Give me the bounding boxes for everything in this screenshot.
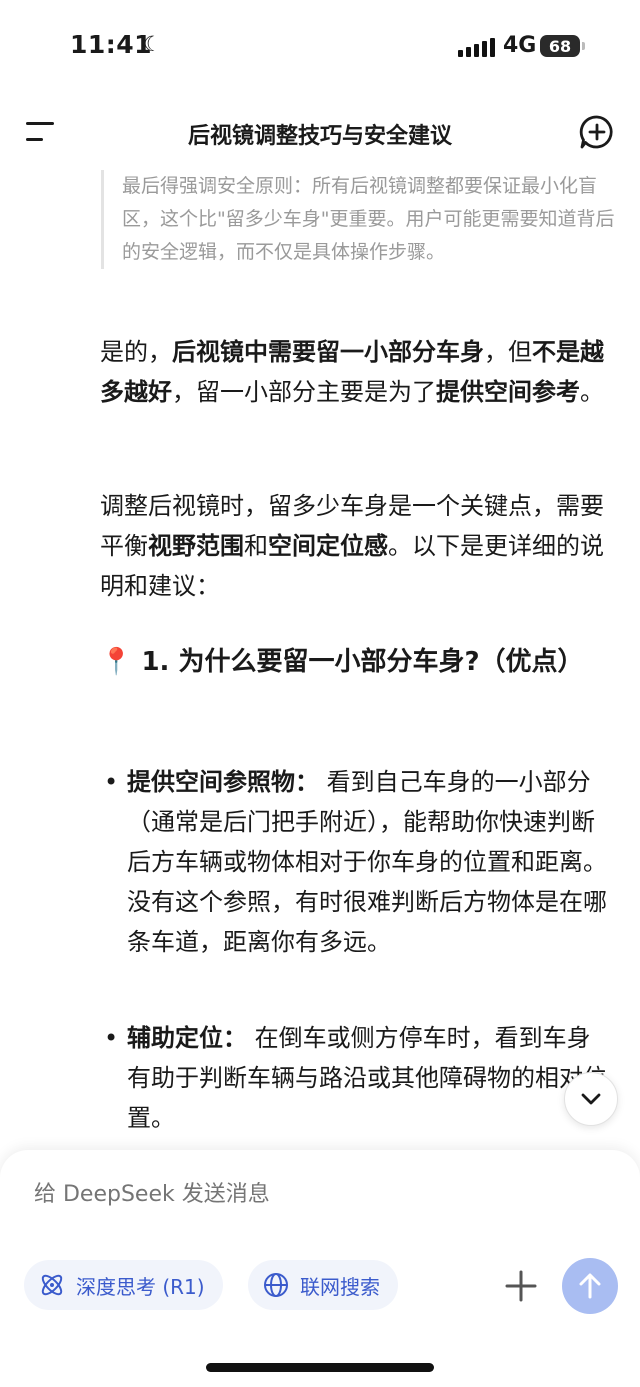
bullet-title: 提供空间参照物： bbox=[127, 768, 319, 796]
chat-header: 后视镜调整技巧与安全建议 bbox=[0, 100, 640, 164]
attach-plus-icon[interactable] bbox=[503, 1268, 539, 1304]
scroll-to-bottom-button[interactable] bbox=[564, 1072, 618, 1126]
network-type: 4G bbox=[503, 33, 537, 58]
bold-span: 后视镜中需要留一小部分车身 bbox=[172, 338, 484, 366]
bullet-dot: • bbox=[104, 1024, 119, 1052]
message-composer: 深度思考 (R1) 联网搜索 bbox=[0, 1150, 640, 1387]
thinking-quote: 最后得强调安全原则：所有后视镜调整都要保证最小化盲区，这个比"留多少车身"更重要… bbox=[101, 170, 632, 269]
deep-think-label: 深度思考 (R1) bbox=[76, 1274, 205, 1299]
status-time: 11:41 bbox=[70, 30, 153, 59]
new-chat-icon[interactable] bbox=[579, 114, 615, 150]
list-item: • 辅助定位： 在倒车或侧方停车时，看到车身有助于判断车辆与路沿或其他障碍物的相… bbox=[100, 1018, 610, 1138]
text-span: 是的， bbox=[100, 338, 172, 366]
deep-think-button[interactable]: 深度思考 (R1) bbox=[24, 1260, 223, 1310]
bold-span: 提供空间参考 bbox=[436, 378, 580, 406]
text-span: 。 bbox=[580, 378, 604, 406]
text-span: 和 bbox=[244, 532, 268, 560]
arrow-up-icon bbox=[579, 1273, 601, 1299]
globe-icon bbox=[264, 1273, 288, 1297]
web-search-button[interactable]: 联网搜索 bbox=[248, 1260, 398, 1310]
signal-icon bbox=[458, 38, 495, 57]
list-item: • 提供空间参照物： 看到自己车身的一小部分（通常是后门把手附近），能帮助你快速… bbox=[100, 762, 610, 962]
send-button[interactable] bbox=[562, 1258, 618, 1314]
moon-icon: ☾ bbox=[143, 32, 162, 56]
text-span: ，留一小部分主要是为了 bbox=[172, 378, 436, 406]
bullet-dot: • bbox=[104, 768, 119, 796]
pin-icon: 📍 bbox=[100, 647, 133, 677]
chevron-down-icon bbox=[581, 1093, 601, 1105]
answer-paragraph-2: 调整后视镜时，留多少车身是一个关键点，需要平衡视野范围和空间定位感。以下是更详细… bbox=[100, 486, 610, 606]
answer-paragraph-1: 是的，后视镜中需要留一小部分车身，但不是越多越好，留一小部分主要是为了提供空间参… bbox=[100, 332, 610, 412]
section-heading-text: 1. 为什么要留一小部分车身?（优点） bbox=[141, 647, 584, 677]
text-span: ，但 bbox=[484, 338, 532, 366]
atom-icon bbox=[41, 1274, 63, 1296]
bullet-title: 辅助定位： bbox=[127, 1024, 247, 1052]
bold-span: 空间定位感 bbox=[268, 532, 388, 560]
section-heading: 📍 1. 为什么要留一小部分车身?（优点） bbox=[100, 640, 610, 684]
battery-tip bbox=[582, 42, 585, 50]
battery-icon: 68 bbox=[540, 35, 580, 57]
battery-level: 68 bbox=[548, 36, 572, 56]
message-input[interactable] bbox=[34, 1182, 594, 1207]
status-bar: 11:41 ☾ 4G 68 bbox=[0, 0, 640, 96]
bullet-text: 看到自己车身的一小部分（通常是后门把手附近），能帮助你快速判断后方车辆或物体相对… bbox=[127, 768, 607, 956]
home-indicator bbox=[206, 1363, 434, 1372]
bold-span: 视野范围 bbox=[148, 532, 244, 560]
page-title: 后视镜调整技巧与安全建议 bbox=[187, 124, 452, 149]
web-search-label: 联网搜索 bbox=[300, 1274, 380, 1299]
